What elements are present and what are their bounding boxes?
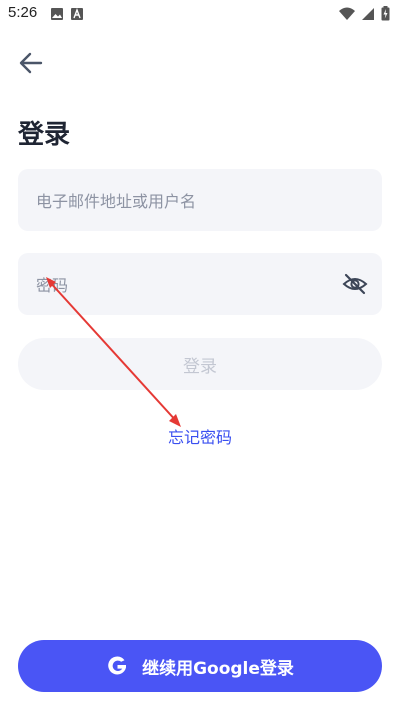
status-system-icons [339,6,390,21]
email-field[interactable] [18,169,382,233]
back-button[interactable] [14,48,48,78]
status-notification-icons [50,7,84,21]
font-icon [71,8,83,20]
page-title: 登录 [18,120,71,150]
signal-icon [362,7,374,20]
password-visibility-toggle[interactable] [342,272,368,296]
status-time: 5:26 [8,4,38,21]
arrow-left-icon [19,52,43,74]
email-input[interactable] [18,169,338,233]
login-button[interactable]: 登录 [18,338,382,390]
forgot-password-link[interactable]: 忘记密码 [0,424,400,448]
google-g-icon [108,656,127,675]
wifi-icon [339,7,355,20]
image-icon [51,8,63,20]
password-field[interactable] [18,253,382,317]
battery-charging-icon [381,6,390,21]
password-input[interactable] [18,253,338,317]
eye-off-icon [342,273,368,295]
google-login-button[interactable]: 继续用Google登录 [18,640,382,692]
google-login-label: 继续用Google登录 [142,658,294,679]
status-bar: 5:26 [0,0,400,28]
